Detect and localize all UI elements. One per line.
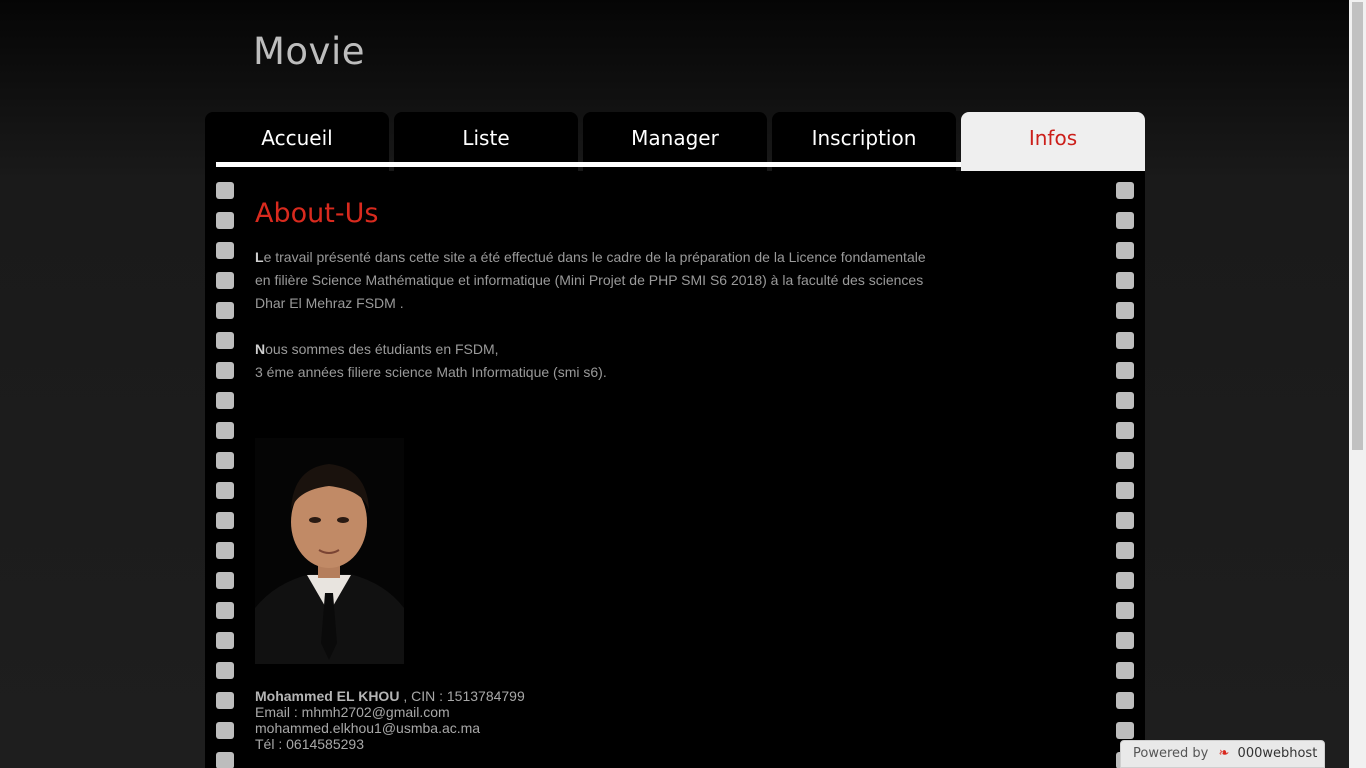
film-hole [216, 452, 234, 469]
vertical-scrollbar[interactable] [1349, 0, 1366, 768]
film-hole [216, 212, 234, 229]
film-hole [216, 662, 234, 679]
film-hole [216, 512, 234, 529]
student-name: Mohammed EL KHOU [255, 688, 400, 704]
dropcap-l: L [255, 249, 264, 265]
film-hole [216, 572, 234, 589]
film-hole [216, 272, 234, 289]
film-hole [216, 242, 234, 259]
nav-underline [216, 162, 961, 167]
film-hole [1116, 602, 1134, 619]
tab-infos[interactable]: Infos [961, 112, 1145, 171]
film-hole [216, 482, 234, 499]
student-cin: , CIN : 1513784799 [399, 688, 525, 704]
film-hole [1116, 692, 1134, 709]
film-hole [216, 362, 234, 379]
film-hole [216, 332, 234, 349]
film-hole [1116, 392, 1134, 409]
film-holes-left [216, 182, 234, 768]
film-hole [1116, 182, 1134, 199]
film-hole [1116, 662, 1134, 679]
film-hole [1116, 422, 1134, 439]
film-hole [1116, 722, 1134, 739]
powered-by-badge[interactable]: Powered by ❧ 000webhost [1120, 740, 1325, 768]
film-hole [1116, 632, 1134, 649]
film-hole [216, 542, 234, 559]
film-hole [216, 752, 234, 768]
intro-text: e travail présenté dans cette site a été… [255, 249, 926, 311]
student-phone: Tél : 0614585293 [255, 736, 364, 752]
film-holes-right [1116, 182, 1134, 768]
film-hole [1116, 212, 1134, 229]
students-paragraph: Nous sommes des étudiants en FSDM, 3 éme … [255, 338, 935, 384]
film-hole [216, 722, 234, 739]
contact-info: Mohammed EL KHOU , CIN : 1513784799 Emai… [255, 688, 525, 752]
webhost-brand: 000webhost [1237, 746, 1318, 761]
film-hole [1116, 482, 1134, 499]
about-content: About-Us Le travail présenté dans cette … [255, 198, 935, 384]
film-hole [216, 692, 234, 709]
film-hole [216, 392, 234, 409]
student-email-2: mohammed.elkhou1@usmba.ac.ma [255, 720, 481, 736]
film-hole [1116, 542, 1134, 559]
scrollbar-thumb[interactable] [1352, 2, 1363, 450]
students-line-1: ous sommes des étudiants en FSDM, [265, 341, 499, 357]
film-hole [216, 422, 234, 439]
webhost-logo-icon: ❧ [1218, 746, 1230, 761]
powered-by-label: Powered by [1133, 746, 1209, 761]
film-hole [1116, 452, 1134, 469]
students-line-2: 3 éme années filiere science Math Inform… [255, 364, 607, 380]
dropcap-n: N [255, 341, 266, 357]
film-hole [1116, 242, 1134, 259]
student-email: Email : mhmh2702@gmail.com [255, 704, 450, 720]
film-hole [216, 302, 234, 319]
profile-photo [255, 438, 404, 664]
film-hole [1116, 332, 1134, 349]
film-hole [216, 632, 234, 649]
intro-paragraph: Le travail présenté dans cette site a ét… [255, 246, 935, 315]
film-hole [1116, 572, 1134, 589]
film-hole [1116, 362, 1134, 379]
film-hole [1116, 272, 1134, 289]
film-hole [1116, 302, 1134, 319]
page-title: About-Us [255, 198, 379, 229]
site-title: Movie [253, 30, 366, 73]
film-hole [1116, 512, 1134, 529]
film-hole [216, 602, 234, 619]
film-hole [216, 182, 234, 199]
